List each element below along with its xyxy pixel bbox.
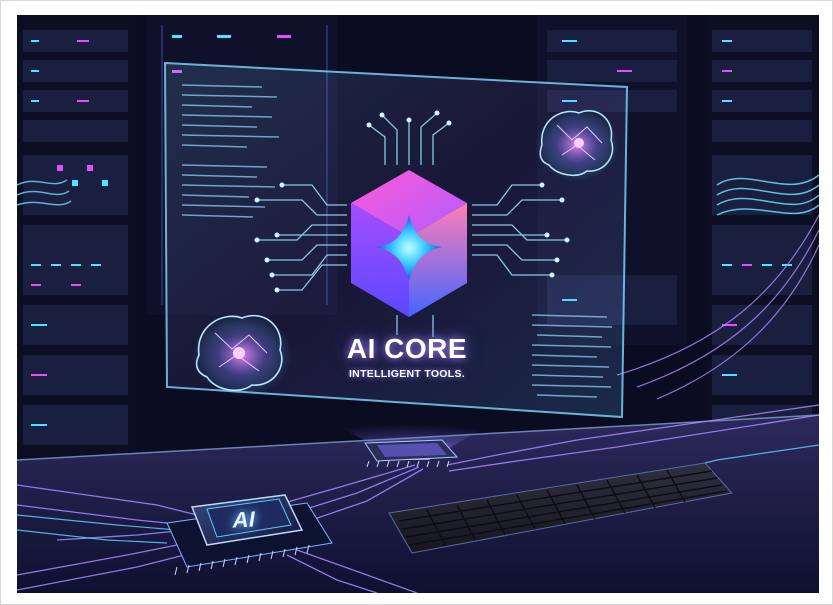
scene-artwork bbox=[17, 15, 819, 593]
hologram-title: AI CORE bbox=[346, 333, 468, 364]
chip-ai-label: AI bbox=[230, 506, 258, 533]
brain-hologram-bottom bbox=[192, 313, 292, 397]
image-frame: AI CORE INTELLIGENT TOOLS. AI bbox=[0, 0, 833, 605]
brain-hologram-top bbox=[535, 109, 619, 181]
ai-core-scene: AI CORE INTELLIGENT TOOLS. AI bbox=[17, 15, 819, 593]
hologram-subtitle: INTELLIGENT TOOLS. bbox=[348, 368, 466, 380]
